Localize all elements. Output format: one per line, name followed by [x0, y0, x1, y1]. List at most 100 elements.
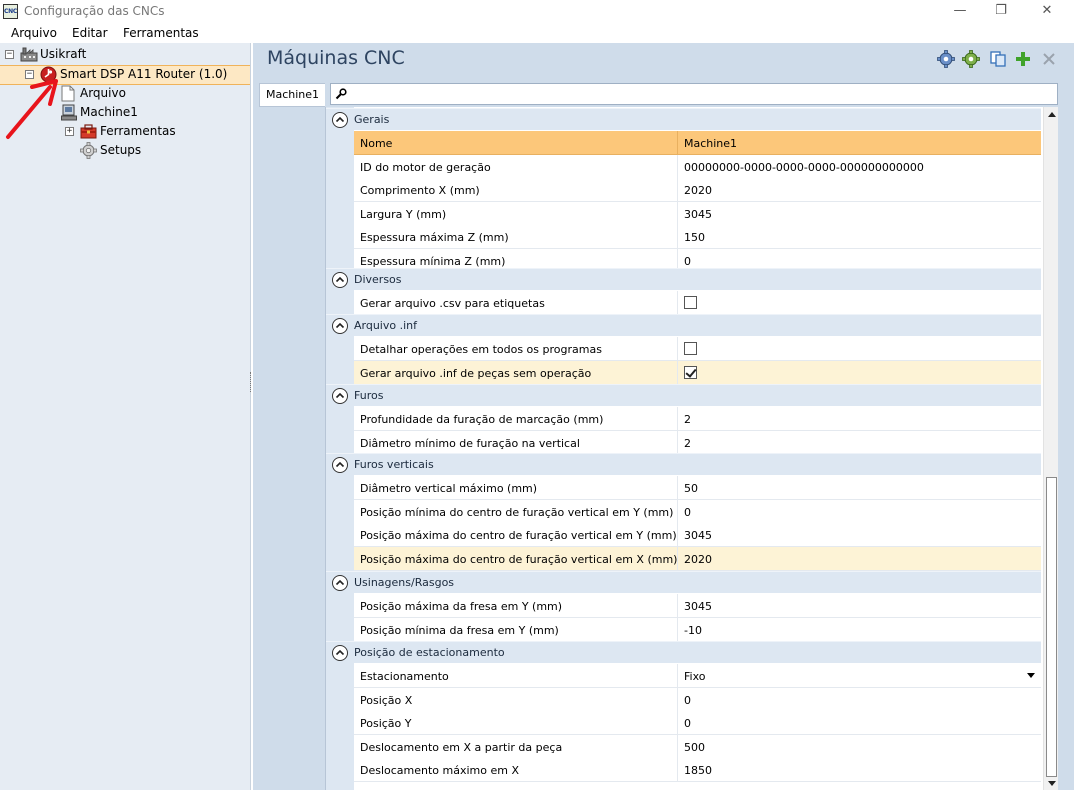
property-row[interactable]: Espessura máxima Z (mm) 150 [354, 225, 1041, 249]
property-checkbox[interactable] [684, 365, 697, 379]
group-header[interactable]: Posição de estacionamento [326, 641, 1041, 663]
collapse-circle-icon[interactable] [332, 575, 348, 591]
property-value[interactable]: 1850 [684, 764, 712, 777]
column-divider[interactable] [677, 758, 678, 782]
property-row[interactable]: Posição mínima do centro de furação vert… [354, 499, 1041, 524]
property-row[interactable]: Estacionamento Fixo [354, 664, 1041, 688]
column-divider[interactable] [677, 407, 678, 431]
column-divider[interactable] [677, 499, 678, 524]
column-divider[interactable] [677, 430, 678, 455]
property-value[interactable]: 2020 [684, 553, 712, 566]
property-value[interactable]: 00000000-0000-0000-0000-000000000000 [684, 161, 924, 174]
collapse-circle-icon[interactable] [332, 388, 348, 404]
column-divider[interactable] [677, 225, 678, 249]
property-value[interactable]: 2020 [684, 184, 712, 197]
property-row[interactable]: Posição máxima do centro de furação vert… [354, 523, 1041, 547]
column-divider[interactable] [677, 360, 678, 385]
property-row[interactable]: Largura Y (mm) 3045 [354, 201, 1041, 226]
property-checkbox[interactable] [684, 342, 697, 355]
property-row[interactable]: Diâmetro mínimo de furação na vertical 2 [354, 430, 1041, 455]
column-divider[interactable] [677, 154, 678, 179]
property-value[interactable]: -10 [684, 624, 702, 637]
property-row[interactable]: Diâmetro vertical máximo (mm) 50 [354, 476, 1041, 500]
column-divider[interactable] [677, 734, 678, 759]
column-divider[interactable] [677, 337, 678, 361]
column-divider[interactable] [677, 546, 678, 571]
collapse-circle-icon[interactable] [332, 645, 348, 661]
property-value[interactable]: 2 [684, 437, 691, 450]
scrollbar-thumb[interactable] [1046, 477, 1057, 777]
property-value[interactable]: 0 [684, 506, 691, 519]
property-value[interactable]: 0 [684, 717, 691, 730]
property-value[interactable]: 2 [684, 413, 691, 426]
group-header[interactable]: Diversos [326, 268, 1041, 290]
property-value[interactable]: 3045 [684, 208, 712, 221]
copy-icon[interactable] [989, 50, 1007, 68]
column-divider[interactable] [677, 291, 678, 315]
property-value[interactable]: 0 [684, 255, 691, 268]
close-window-button[interactable]: ✕ [1024, 0, 1070, 23]
property-value[interactable]: 0 [684, 694, 691, 707]
property-row[interactable]: Gerar arquivo .inf de peças sem operação [354, 360, 1041, 385]
minimize-button[interactable]: — [937, 0, 983, 23]
delete-icon[interactable] [1040, 50, 1058, 68]
column-divider[interactable] [677, 617, 678, 642]
column-divider[interactable] [677, 131, 678, 155]
property-row[interactable]: Nome Machine1 [354, 131, 1041, 155]
column-divider[interactable] [677, 178, 678, 202]
property-row[interactable]: Posição máxima da fresa em Y (mm) 3045 [354, 594, 1041, 618]
column-divider[interactable] [677, 201, 678, 226]
group-header[interactable]: Usinagens/Rasgos [326, 571, 1041, 593]
group-header[interactable]: Furos [326, 384, 1041, 406]
dropdown-arrow-icon[interactable] [1027, 673, 1035, 678]
property-value[interactable]: Machine1 [684, 137, 737, 150]
collapse-circle-icon[interactable] [332, 318, 348, 334]
maximize-button[interactable]: ❐ [978, 0, 1024, 23]
property-value[interactable]: 3045 [684, 600, 712, 613]
column-divider[interactable] [677, 594, 678, 618]
grid-gutter [326, 107, 354, 790]
property-value[interactable]: 50 [684, 482, 698, 495]
tree-label-ferramentas: Ferramentas [100, 124, 176, 138]
column-divider[interactable] [677, 664, 678, 688]
column-divider[interactable] [677, 523, 678, 547]
scroll-down-icon[interactable] [1048, 781, 1056, 786]
menu-arquivo[interactable]: Arquivo [11, 26, 57, 40]
add-icon[interactable] [1014, 50, 1032, 68]
property-name: Profundidade da furação de marcação (mm) [360, 413, 604, 426]
property-value[interactable]: Fixo [684, 670, 705, 683]
vertical-scrollbar[interactable] [1043, 107, 1058, 790]
property-row[interactable]: Profundidade da furação de marcação (mm)… [354, 407, 1041, 431]
menu-ferramentas[interactable]: Ferramentas [123, 26, 199, 40]
property-row[interactable]: ID do motor de geração 00000000-0000-0000… [354, 154, 1041, 179]
property-value[interactable]: 150 [684, 231, 705, 244]
property-value[interactable]: 3045 [684, 529, 712, 542]
scroll-up-icon[interactable] [1048, 112, 1056, 117]
property-row[interactable]: Posição X 0 [354, 687, 1041, 712]
property-row[interactable]: Deslocamento máximo em X 1850 [354, 758, 1041, 782]
menu-editar[interactable]: Editar [72, 26, 108, 40]
column-divider[interactable] [677, 711, 678, 735]
gear-add-icon[interactable] [962, 50, 980, 68]
collapse-circle-icon[interactable] [332, 112, 348, 128]
property-row[interactable]: Posição Y 0 [354, 711, 1041, 735]
group-header[interactable]: Gerais [326, 108, 1041, 130]
property-row[interactable]: Comprimento X (mm) 2020 [354, 178, 1041, 202]
property-checkbox[interactable] [684, 296, 697, 309]
property-row[interactable]: Deslocamento em X a partir da peça 500 [354, 734, 1041, 759]
property-row[interactable]: Posição máxima do centro de furação vert… [354, 546, 1041, 571]
collapse-circle-icon[interactable] [332, 457, 348, 473]
collapse-circle-icon[interactable] [332, 272, 348, 288]
tree-label-arquivo: Arquivo [80, 86, 126, 100]
group-header[interactable]: Arquivo .inf [326, 314, 1041, 336]
group-header[interactable]: Furos verticais [326, 453, 1041, 475]
machine-settings-icon[interactable] [937, 50, 955, 68]
tab-machine1[interactable]: Machine1 [259, 83, 325, 107]
column-divider[interactable] [677, 476, 678, 500]
search-input[interactable] [330, 83, 1058, 105]
property-row[interactable]: Detalhar operações em todos os programas [354, 337, 1041, 361]
property-row[interactable]: Gerar arquivo .csv para etiquetas [354, 291, 1041, 315]
column-divider[interactable] [677, 687, 678, 712]
property-row[interactable]: Posição mínima da fresa em Y (mm) -10 [354, 617, 1041, 642]
property-value[interactable]: 500 [684, 741, 705, 754]
